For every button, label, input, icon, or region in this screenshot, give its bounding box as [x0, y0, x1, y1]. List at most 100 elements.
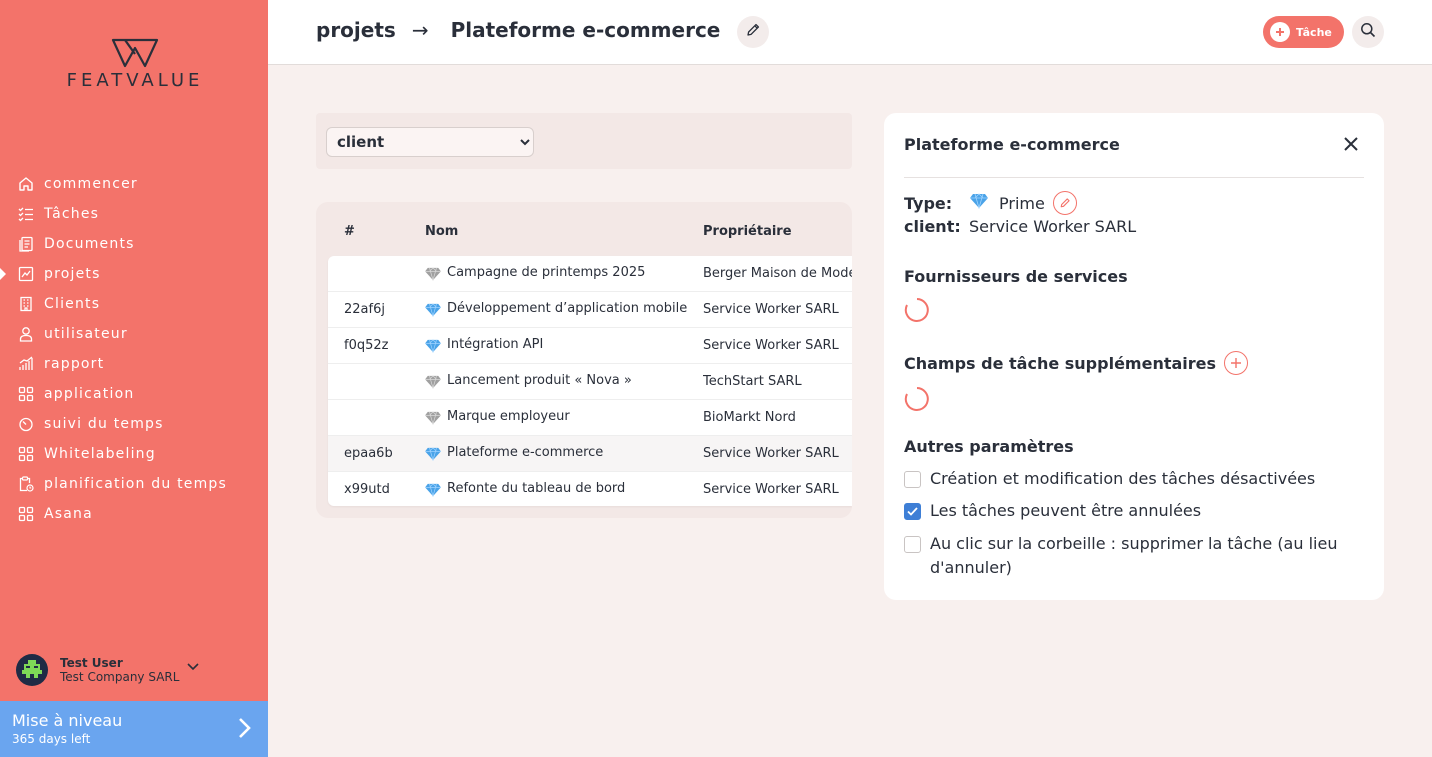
table-row[interactable]: epaa6b Plateforme e-commerce Service Worke… [328, 436, 852, 472]
option-label: Les tâches peuvent être annulées [930, 501, 1202, 520]
sidebar-item-clients[interactable]: Clients [0, 289, 268, 319]
sidebar-item-projets[interactable]: projets [0, 259, 268, 289]
user-company: Test Company SARL [60, 670, 180, 684]
checkbox[interactable] [904, 536, 921, 553]
page-title: Plateforme e-commerce [450, 18, 721, 42]
blue-diamond-icon [424, 483, 442, 501]
cell-name: Intégration API [424, 328, 698, 364]
chevron-down-icon[interactable] [187, 656, 199, 675]
sidebar-item-taches[interactable]: Tâches [0, 199, 268, 229]
table-row[interactable]: f0q52z Intégration API Service Worker SARL [328, 328, 852, 364]
apps-icon [16, 444, 36, 464]
sidebar-item-label: utilisateur [44, 326, 128, 342]
upgrade-subtitle: 365 days left [12, 732, 91, 746]
group-by-select[interactable]: client [326, 127, 534, 157]
cell-owner: BioMarkt Nord [703, 410, 796, 425]
project-name: Développement d’application mobile [447, 300, 688, 316]
table-row[interactable]: Lancement produit « Nova » TechStart SARL [328, 364, 852, 400]
table-row[interactable]: x99utd Refonte du tableau de bord Service … [328, 472, 852, 506]
client-value: Service Worker SARL [969, 217, 1137, 236]
search-button[interactable] [1352, 16, 1384, 48]
cell-owner: Berger Maison de Mode [703, 266, 852, 281]
cell-owner: Service Worker SARL [703, 338, 839, 353]
checkbox-checked[interactable] [904, 503, 921, 520]
cell-name: Lancement produit « Nova » [424, 364, 698, 400]
cell-owner: Service Worker SARL [703, 482, 839, 497]
sidebar-item-label: Asana [44, 506, 93, 522]
column-header-id[interactable]: # [344, 224, 355, 239]
cell-id: 22af6j [344, 302, 385, 317]
add-extra-field-button[interactable] [1224, 351, 1249, 375]
loading-spinner-icon [904, 298, 929, 322]
documents-icon [16, 234, 36, 254]
upgrade-banner[interactable]: Mise à niveau 365 days left [0, 701, 268, 757]
panel-title: Plateforme e-commerce [904, 135, 1120, 154]
blue-diamond-icon [424, 447, 442, 465]
chart-icon [16, 264, 36, 284]
option-label: Création et modification des tâches désa… [930, 469, 1316, 488]
project-client-row: client: Service Worker SARL [904, 217, 1136, 236]
user-name: Test User [60, 656, 123, 670]
user-icon [16, 324, 36, 344]
filter-bar: client [316, 113, 852, 169]
edit-project-button[interactable] [737, 16, 769, 48]
sidebar-item-label: Tâches [44, 206, 100, 222]
grey-diamond-icon [424, 375, 442, 393]
projects-table: # Nom Propriétaire Campagne de printemps… [316, 202, 852, 518]
checkbox[interactable] [904, 471, 921, 488]
sidebar-item-label: suivi du temps [44, 416, 164, 432]
type-label: Type: [904, 193, 953, 213]
blue-diamond-icon [424, 303, 442, 321]
chevron-right-icon [238, 717, 252, 743]
top-header: projets → Plateforme e-commerce Tâche [268, 0, 1432, 65]
grey-diamond-icon [424, 411, 442, 429]
upgrade-title: Mise à niveau [12, 711, 123, 730]
table-row[interactable]: 22af6j Développement d’application mobile… [328, 292, 852, 328]
sidebar-item-label: planification du temps [44, 476, 228, 492]
sidebar-item-utilisateur[interactable]: utilisateur [0, 319, 268, 349]
close-icon [1343, 136, 1359, 156]
user-menu[interactable]: Test User Test Company SARL [16, 652, 256, 688]
breadcrumb-parent[interactable]: projets [316, 18, 396, 42]
checklist-icon [16, 204, 36, 224]
project-name: Intégration API [447, 336, 544, 352]
sidebar-item-application[interactable]: application [0, 379, 268, 409]
sidebar-item-planification-du-temps[interactable]: planification du temps [0, 469, 268, 499]
sidebar-item-commencer[interactable]: commencer [0, 169, 268, 199]
close-panel-button[interactable] [1340, 135, 1362, 157]
table-row[interactable]: Campagne de printemps 2025 Berger Maison … [328, 256, 852, 292]
option-trash-deletes[interactable]: Au clic sur la corbeille : supprimer la … [904, 532, 1364, 580]
column-header-owner[interactable]: Propriétaire [703, 224, 792, 239]
sidebar-item-asana[interactable]: Asana [0, 499, 268, 529]
edit-type-button[interactable] [1052, 191, 1077, 215]
blue-diamond-icon [969, 193, 989, 213]
featvalue-logo[interactable]: FEATVALUE [40, 38, 230, 91]
checkmark-icon [907, 507, 918, 516]
project-name: Plateforme e-commerce [447, 444, 604, 460]
sidebar-item-whitelabeling[interactable]: Whitelabeling [0, 439, 268, 469]
sidebar-item-suivi-du-temps[interactable]: suivi du temps [0, 409, 268, 439]
cell-id [344, 364, 414, 400]
cell-id [344, 400, 414, 436]
extra-fields-section: Champs de tâche supplémentaires [904, 351, 1249, 375]
option-disable-task-edit[interactable]: Création et modification des tâches désa… [904, 467, 1364, 491]
sidebar-item-label: projets [44, 266, 101, 282]
sidebar-item-label: Clients [44, 296, 101, 312]
sidebar-item-rapport[interactable]: rapport [0, 349, 268, 379]
table-row[interactable]: Marque employeur BioMarkt Nord [328, 400, 852, 436]
sidebar: FEATVALUE commencer Tâches Documents pro… [0, 0, 268, 757]
column-header-name[interactable]: Nom [425, 224, 458, 239]
cell-owner: Service Worker SARL [703, 302, 839, 317]
sidebar-item-documents[interactable]: Documents [0, 229, 268, 259]
cell-id: epaa6b [344, 446, 393, 461]
option-label: Au clic sur la corbeille : supprimer la … [930, 534, 1338, 577]
option-tasks-cancellable[interactable]: Les tâches peuvent être annulées [904, 499, 1364, 523]
loading-spinner-icon [904, 387, 929, 411]
sidebar-item-label: rapport [44, 356, 105, 372]
add-task-button[interactable]: Tâche [1263, 16, 1344, 48]
plus-icon [1270, 22, 1290, 42]
cell-owner: TechStart SARL [703, 374, 802, 389]
project-name: Refonte du tableau de bord [447, 480, 626, 496]
cell-name: Campagne de printemps 2025 [424, 256, 698, 292]
building-icon [16, 294, 36, 314]
